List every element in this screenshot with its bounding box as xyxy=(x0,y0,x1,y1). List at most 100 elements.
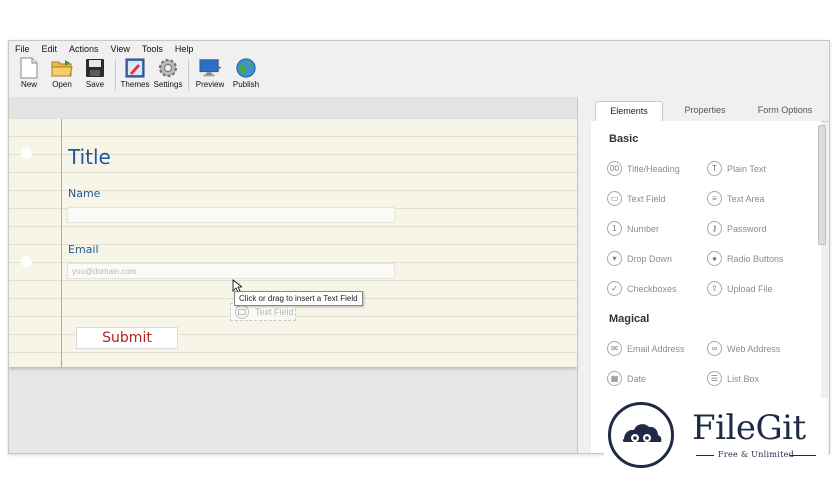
drag-ghost-label: Text Field xyxy=(255,307,294,317)
radio-icon: ● xyxy=(707,251,722,266)
section-basic-heading: Basic xyxy=(609,133,639,145)
plain-text-icon: T xyxy=(707,161,722,176)
element-date[interactable]: ▦ Date xyxy=(607,371,646,386)
new-document-icon xyxy=(18,57,40,79)
element-email-address[interactable]: ✉ Email Address xyxy=(607,341,685,356)
gear-icon xyxy=(157,57,179,79)
email-label: Email xyxy=(68,243,99,256)
element-label: Web Address xyxy=(727,343,781,354)
app-window: File Edit Actions View Tools Help New Op… xyxy=(8,40,830,454)
upload-file-icon: ⇪ xyxy=(707,281,722,296)
element-text-area[interactable]: ≡ Text Area xyxy=(707,191,765,206)
form-title[interactable]: Title xyxy=(68,145,111,169)
settings-button[interactable]: Settings xyxy=(152,57,184,89)
text-field-icon xyxy=(235,305,249,319)
element-label: Text Field xyxy=(627,193,666,204)
text-field-icon: ▭ xyxy=(607,191,622,206)
menu-view[interactable]: View xyxy=(111,44,130,54)
element-label: Plain Text xyxy=(727,163,766,174)
open-button[interactable]: Open xyxy=(46,57,78,89)
element-label: Email Address xyxy=(627,343,685,354)
link-icon: ∞ xyxy=(707,341,722,356)
element-label: Text Area xyxy=(727,193,765,204)
toolbar-separator xyxy=(115,59,116,91)
new-label: New xyxy=(20,80,37,89)
element-title-heading[interactable]: 00 Title/Heading xyxy=(607,161,680,176)
element-label: Number xyxy=(627,223,660,234)
publish-label: Publish xyxy=(232,80,260,89)
element-plain-text[interactable]: T Plain Text xyxy=(707,161,766,176)
tab-form-options[interactable]: Form Options xyxy=(747,101,823,120)
notebook-paper-form[interactable]: Title Name Email you@domain.com Submit T… xyxy=(9,119,577,367)
dropdown-icon: ▾ xyxy=(607,251,622,266)
element-label: Upload File xyxy=(727,283,773,294)
monitor-icon xyxy=(199,57,221,79)
form-canvas[interactable]: Title Name Email you@domain.com Submit T… xyxy=(9,97,577,453)
save-label: Save xyxy=(85,80,105,89)
element-text-field[interactable]: ▭ Text Field xyxy=(607,191,666,206)
panel-divider[interactable] xyxy=(577,97,578,453)
element-number[interactable]: 1 Number xyxy=(607,221,659,236)
themes-button[interactable]: Themes xyxy=(119,57,151,89)
envelope-icon: ✉ xyxy=(607,341,622,356)
preview-label: Preview xyxy=(195,80,225,89)
calendar-icon: ▦ xyxy=(607,371,622,386)
menu-help[interactable]: Help xyxy=(175,44,194,54)
menu-actions[interactable]: Actions xyxy=(69,44,99,54)
toolbar: New Open Save Themes Settings Preview Pu… xyxy=(9,57,829,95)
publish-button[interactable]: Publish xyxy=(229,57,263,89)
email-field[interactable]: you@domain.com xyxy=(67,263,395,279)
element-upload-file[interactable]: ⇪ Upload File xyxy=(707,281,773,296)
menu-edit[interactable]: Edit xyxy=(42,44,58,54)
filegit-brand: FileGit xyxy=(692,408,806,448)
canvas-header-strip xyxy=(9,97,577,119)
folder-icon xyxy=(51,57,73,79)
tab-elements[interactable]: Elements xyxy=(595,101,663,122)
settings-label: Settings xyxy=(153,80,183,89)
toolbar-separator xyxy=(188,59,189,91)
element-drop-down[interactable]: ▾ Drop Down xyxy=(607,251,672,266)
new-button[interactable]: New xyxy=(13,57,45,89)
element-label: Radio Buttons xyxy=(727,253,784,264)
element-password[interactable]: ⚷ Password xyxy=(707,221,767,236)
element-label: Drop Down xyxy=(627,253,673,264)
paper-hole xyxy=(21,148,32,159)
element-label: List Box xyxy=(727,373,760,384)
filegit-tagline: Free & Unlimited xyxy=(718,450,795,459)
menu-file[interactable]: File xyxy=(15,44,30,54)
text-area-icon: ≡ xyxy=(707,191,722,206)
save-button[interactable]: Save xyxy=(79,57,111,89)
tab-properties[interactable]: Properties xyxy=(675,101,735,120)
name-label: Name xyxy=(68,187,101,200)
element-label: Password xyxy=(727,223,767,234)
element-web-address[interactable]: ∞ Web Address xyxy=(707,341,780,356)
title-heading-icon: 00 xyxy=(607,161,622,176)
element-checkboxes[interactable]: ✓ Checkboxes xyxy=(607,281,677,296)
submit-button[interactable]: Submit xyxy=(76,327,178,349)
paper-hole xyxy=(21,256,32,267)
themes-brush-icon xyxy=(124,57,146,79)
element-label: Date xyxy=(627,373,647,384)
tagline-rule xyxy=(696,455,714,456)
open-label: Open xyxy=(52,80,72,89)
number-icon: 1 xyxy=(607,221,622,236)
element-radio-buttons[interactable]: ● Radio Buttons xyxy=(707,251,784,266)
globe-icon xyxy=(235,57,257,79)
filegit-watermark: FileGit Free & Unlimited xyxy=(604,398,828,474)
preview-button[interactable]: Preview xyxy=(192,57,228,89)
filegit-logo-icon xyxy=(608,402,674,468)
list-box-icon: ☰ xyxy=(707,371,722,386)
element-label: Title/Heading xyxy=(627,163,680,174)
menu-tools[interactable]: Tools xyxy=(142,44,163,54)
element-label: Checkboxes xyxy=(627,283,677,294)
paper-margin-line xyxy=(61,119,62,367)
menu-bar: File Edit Actions View Tools Help xyxy=(9,41,829,57)
element-list-box[interactable]: ☰ List Box xyxy=(707,371,759,386)
floppy-disk-icon xyxy=(84,57,106,79)
name-field[interactable] xyxy=(67,207,395,223)
insert-tooltip: Click or drag to insert a Text Field xyxy=(234,291,363,306)
panel-tabs: Elements Properties Form Options xyxy=(591,101,829,122)
themes-label: Themes xyxy=(120,80,150,89)
panel-scrollbar-thumb[interactable] xyxy=(818,125,826,245)
checkbox-icon: ✓ xyxy=(607,281,622,296)
